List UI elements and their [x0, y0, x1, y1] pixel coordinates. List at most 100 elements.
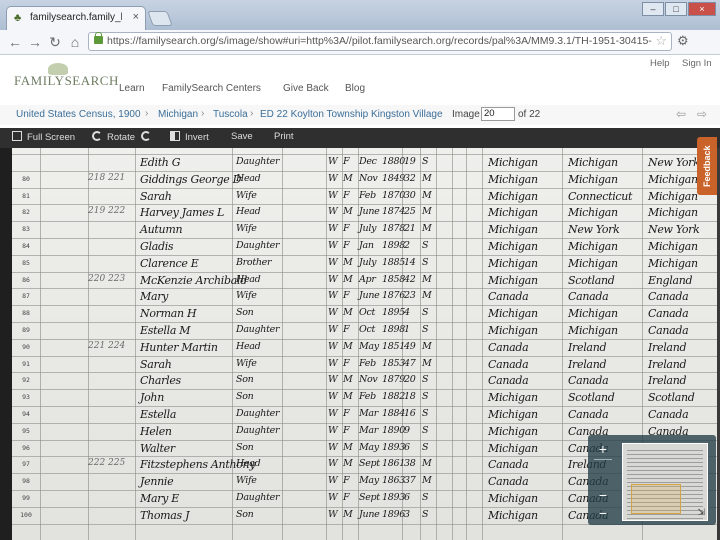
census-cell-marital: S — [422, 492, 429, 503]
previous-image-icon[interactable]: ⇦ — [676, 107, 686, 121]
census-cell-pob: Michigan — [488, 273, 538, 287]
census-cell-year: 1882 — [382, 391, 405, 403]
census-cell-sex: M — [343, 256, 353, 268]
census-cell-age: 1 — [404, 324, 410, 335]
rotate-button[interactable]: Rotate — [92, 131, 135, 145]
zoom-in-button[interactable]: + — [594, 441, 612, 457]
nav-blog[interactable]: Blog — [345, 83, 365, 94]
census-cell-month: Sept — [359, 492, 380, 503]
census-cell-pob: Michigan — [488, 424, 538, 438]
nav-learn[interactable]: Learn — [119, 83, 145, 94]
new-tab-button[interactable] — [147, 11, 173, 26]
next-image-icon[interactable]: ⇨ — [697, 107, 707, 121]
nav-familysearch-centers[interactable]: FamilySearch Centers — [162, 83, 261, 94]
save-button[interactable]: Save — [231, 131, 253, 145]
census-cell-pob: Michigan — [488, 240, 538, 253]
census-cell-year: 1890 — [382, 424, 405, 436]
invert-button[interactable]: Invert — [170, 131, 209, 145]
forward-button[interactable]: → — [26, 33, 44, 51]
census-cell-name: Mary E — [140, 492, 180, 505]
zoom-reset-button[interactable]: − — [594, 505, 612, 521]
overview-line — [627, 462, 703, 463]
browser-tab[interactable]: ♣ familysearch.family_histo... × — [6, 6, 146, 30]
census-cell-name: Gladis — [140, 240, 174, 253]
address-bar[interactable]: https://familysearch.org/s/image/show#ur… — [88, 32, 672, 51]
census-cell-color: W — [328, 189, 338, 201]
overview-viewport[interactable] — [631, 484, 681, 514]
overview-line — [627, 478, 703, 479]
bookmark-star-icon[interactable]: ☆ — [655, 33, 667, 49]
column-rule — [282, 148, 283, 540]
rotate-right-button[interactable] — [141, 131, 156, 145]
overview-line — [627, 470, 703, 471]
row-number: 80 — [22, 174, 30, 183]
wrench-menu-icon[interactable]: ⚙ — [677, 33, 689, 49]
census-cell-age: 47 — [404, 357, 416, 369]
census-cell-sex: F — [343, 156, 350, 167]
breadcrumb-separator-icon: › — [250, 108, 254, 119]
census-cell-year: 1863 — [382, 475, 405, 487]
breadcrumb-state[interactable]: Michigan — [158, 109, 198, 120]
census-cell-color: W — [328, 391, 338, 403]
census-cell-color: W — [328, 357, 338, 369]
census-cell-dwelling: 220 223 — [88, 273, 126, 284]
nav-give-back[interactable]: Give Back — [283, 83, 329, 94]
census-cell-age: 19 — [404, 156, 416, 167]
zoom-divider — [594, 459, 612, 460]
census-cell-marital: S — [422, 324, 429, 335]
census-cell-relation: Wife — [236, 357, 257, 369]
breadcrumb-county[interactable]: Tuscola — [213, 109, 248, 120]
site-header: FAMILYSEARCH Learn FamilySearch Centers … — [0, 55, 720, 100]
census-cell-name: Estella — [140, 408, 177, 421]
print-button[interactable]: Print — [274, 131, 294, 145]
image-number-input[interactable]: 20 — [481, 107, 515, 121]
row-rule — [12, 254, 717, 256]
census-cell-relation: Head — [236, 340, 261, 352]
census-cell-age: 9 — [404, 424, 410, 436]
census-cell-marital: M — [422, 458, 432, 470]
census-cell-father-pob: New York — [568, 223, 620, 237]
census-cell-sex: F — [343, 290, 350, 302]
census-cell-age: 3 — [404, 508, 410, 520]
full-screen-button[interactable]: Full Screen — [12, 131, 75, 145]
familysearch-logo[interactable]: FAMILYSEARCH — [14, 63, 118, 95]
census-cell-color: W — [328, 492, 338, 503]
close-window-button[interactable]: × — [688, 2, 716, 16]
row-rule — [12, 154, 717, 155]
census-cell-marital: M — [422, 223, 432, 235]
census-cell-mother-pob: New York — [648, 156, 700, 169]
reload-button[interactable]: ↻ — [46, 33, 64, 51]
row-number: 95 — [22, 426, 30, 435]
census-cell-relation: Daughter — [236, 408, 280, 419]
row-rule — [12, 338, 717, 340]
census-cell-relation: Daughter — [236, 424, 280, 436]
census-cell-relation: Brother — [236, 256, 272, 268]
census-cell-father-pob: Michigan — [568, 256, 618, 270]
home-button[interactable]: ⌂ — [66, 33, 84, 51]
tab-close-icon[interactable]: × — [133, 11, 139, 23]
row-number: 83 — [22, 225, 30, 234]
resize-icon[interactable]: ⇲ — [697, 507, 705, 518]
census-cell-year: 1853 — [382, 357, 405, 369]
census-cell-color: W — [328, 273, 338, 285]
zoom-out-button[interactable]: − — [594, 487, 612, 503]
back-button[interactable]: ← — [6, 33, 24, 51]
census-cell-marital: M — [422, 273, 432, 285]
breadcrumb-district[interactable]: ED 22 Koylton Township Kingston Village — [260, 109, 443, 120]
breadcrumb-collection[interactable]: United States Census, 1900 — [16, 109, 141, 120]
image-total: of 22 — [518, 109, 541, 120]
row-rule — [12, 322, 717, 323]
census-cell-dwelling: 221 224 — [88, 340, 126, 351]
feedback-tab[interactable]: Feedback — [697, 137, 717, 195]
lock-icon — [94, 32, 103, 44]
sign-in-link[interactable]: Sign In — [682, 58, 712, 69]
row-number: 85 — [22, 258, 30, 267]
census-cell-year: 1898 — [382, 240, 405, 251]
help-link[interactable]: Help — [650, 58, 670, 69]
minimize-button[interactable]: – — [642, 2, 664, 16]
census-cell-relation: Wife — [236, 189, 257, 201]
column-rule — [420, 148, 421, 540]
maximize-button[interactable]: □ — [665, 2, 687, 16]
image-overview-thumbnail[interactable]: ⇲ — [622, 443, 708, 521]
rotate-right-icon — [141, 131, 151, 141]
